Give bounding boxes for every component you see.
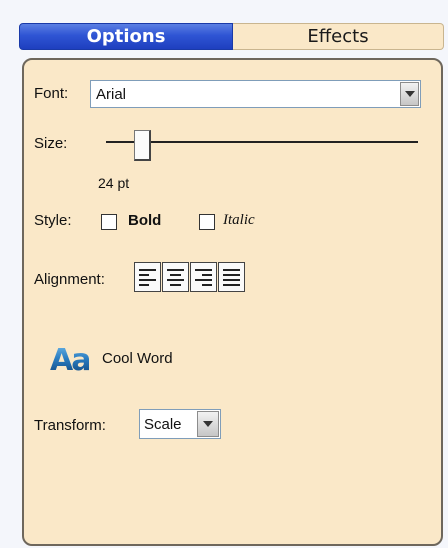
italic-label: Italic: [223, 212, 255, 228]
tab-options[interactable]: Options: [19, 23, 233, 50]
font-value: Arial: [96, 85, 127, 103]
alignment-label: Alignment:: [34, 271, 105, 288]
align-left-button[interactable]: [134, 262, 161, 292]
font-label: Font:: [34, 85, 69, 102]
size-slider-thumb[interactable]: [134, 130, 151, 161]
chevron-down-icon: [203, 421, 213, 427]
font-preview-icon: Aa: [50, 343, 91, 378]
preview-label: Cool Word: [102, 350, 173, 367]
transform-dropdown-button[interactable]: [197, 411, 219, 437]
alignment-buttons: [134, 262, 246, 292]
style-label: Style:: [34, 212, 72, 229]
transform-value: Scale: [144, 415, 182, 433]
italic-checkbox[interactable]: [199, 214, 215, 230]
align-right-button[interactable]: [190, 262, 217, 292]
font-dropdown[interactable]: Arial: [90, 80, 421, 108]
align-center-button[interactable]: [162, 262, 189, 292]
options-panel: Font: Arial Size: 24 pt Style: Bold Ital…: [22, 58, 443, 546]
tab-bar: Options Effects: [19, 23, 444, 50]
size-slider-track[interactable]: [106, 141, 418, 143]
tab-effects[interactable]: Effects: [233, 23, 444, 50]
size-value: 24 pt: [98, 175, 130, 191]
chevron-down-icon: [404, 91, 415, 97]
size-label: Size:: [34, 135, 68, 152]
transform-label: Transform:: [34, 417, 106, 434]
transform-dropdown[interactable]: Scale: [139, 409, 221, 439]
align-justify-button[interactable]: [218, 262, 245, 292]
font-dropdown-button[interactable]: [400, 82, 419, 106]
bold-checkbox[interactable]: [101, 214, 117, 230]
bold-label: Bold: [128, 212, 162, 229]
